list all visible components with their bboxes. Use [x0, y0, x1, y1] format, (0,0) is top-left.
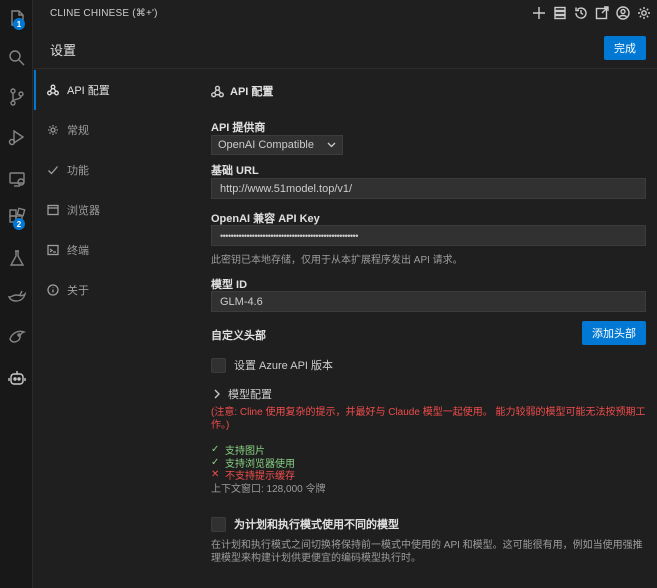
base-url-input[interactable]: http://www.51model.top/v1/: [211, 178, 646, 199]
nav-item-label: API 配置: [67, 85, 110, 97]
search-button[interactable]: [0, 42, 33, 74]
nav-item-terminal[interactable]: 终端: [34, 230, 194, 270]
check-icon: [48, 166, 58, 175]
check-icon: ✓: [211, 444, 220, 455]
remote-explorer-button[interactable]: [0, 163, 33, 195]
plan-act-toggle[interactable]: 为计划和执行模式使用不同的模型: [211, 516, 399, 532]
model-config-label: 模型配置: [228, 389, 272, 401]
section-title-text: API 配置: [230, 86, 274, 98]
api-key-note: 此密钥已本地存储，仅用于从本扩展程序发出 API 请求。: [211, 255, 463, 266]
model-config-expander[interactable]: 模型配置: [213, 386, 272, 402]
search-icon: [8, 50, 24, 66]
account-icon: [616, 6, 630, 20]
section-title: API 配置: [211, 83, 273, 99]
nav-item-label: 常规: [67, 125, 89, 137]
run-debug-button[interactable]: [0, 121, 33, 153]
panel-titlebar: CLINE CHINESE (⌘+'): [34, 0, 657, 26]
robot-icon: [7, 371, 26, 385]
new-task-button[interactable]: [530, 4, 548, 22]
azure-version-toggle[interactable]: 设置 Azure API 版本: [211, 357, 333, 373]
done-button[interactable]: 完成: [604, 36, 646, 60]
title-actions: [530, 4, 653, 22]
webhook-icon: [47, 84, 59, 96]
terminal-icon: [47, 244, 59, 256]
custom-headers-label: 自定义头部: [211, 330, 266, 342]
server-icon: [554, 6, 566, 20]
run-debug-icon: [8, 129, 24, 146]
info-icon: [47, 284, 59, 296]
account-button[interactable]: [614, 4, 632, 22]
source-control-icon: [9, 88, 24, 106]
provider-select-value: OpenAI Compatible: [218, 139, 314, 151]
panel-title: CLINE CHINESE (⌘+'): [50, 7, 158, 19]
explorer-button[interactable]: 1: [0, 2, 33, 34]
webhook-icon: [211, 85, 224, 97]
add-header-button[interactable]: 添加头部: [582, 321, 646, 345]
external-link-icon: [595, 6, 609, 20]
base-url-label: 基础 URL: [211, 165, 259, 177]
nav-item-features[interactable]: 功能: [34, 150, 194, 190]
nav-item-label: 浏览器: [67, 205, 100, 217]
flask-icon: [9, 250, 24, 266]
nav-item-label: 终端: [67, 245, 89, 257]
mcp-servers-button[interactable]: [551, 4, 569, 22]
extensions-button[interactable]: 2: [0, 201, 33, 233]
azure-label: 设置 Azure API 版本: [234, 360, 334, 372]
plus-icon: [533, 7, 545, 19]
settings-header: 设置 完成: [34, 26, 657, 69]
popout-button[interactable]: [593, 4, 611, 22]
nav-item-general[interactable]: 常规: [34, 110, 194, 150]
api-key-input[interactable]: ••••••••••••••••••••••••••••••••••••••••…: [211, 225, 646, 246]
history-button[interactable]: [572, 4, 590, 22]
settings-button[interactable]: [635, 4, 653, 22]
provider-select[interactable]: OpenAI Compatible: [211, 135, 343, 155]
context-window: 上下文窗口: 128,000 令牌: [211, 484, 326, 495]
chevron-right-icon: [214, 389, 220, 399]
source-control-button[interactable]: [0, 81, 33, 113]
chevron-down-icon: [327, 142, 336, 148]
gear-icon: [638, 7, 650, 19]
plan-act-help: 在计划和执行模式之间切换将保持前一模式中使用的 API 和模型。这可能很有用，例…: [211, 540, 643, 564]
provider-label: API 提供商: [211, 122, 266, 134]
settings-nav: API 配置 常规 功能 浏览器 终端 关于: [34, 70, 194, 310]
cline-chinese-button[interactable]: [0, 320, 33, 352]
cline-button[interactable]: [0, 362, 33, 394]
nav-item-about[interactable]: 关于: [34, 270, 194, 310]
nav-item-api-config[interactable]: API 配置: [34, 70, 194, 110]
history-icon: [575, 7, 587, 19]
remote-explorer-icon: [8, 172, 25, 187]
chinese-assistant-icon: [8, 330, 26, 343]
cross-icon: ✕: [211, 469, 220, 480]
gear-icon: [48, 125, 58, 135]
model-warning: (注意: Cline 使用复杂的提示，并最好与 Claude 模型一起使用。 能…: [211, 407, 646, 431]
whale-icon: [7, 290, 26, 302]
page-title: 设置: [50, 43, 77, 58]
nav-item-label: 关于: [67, 285, 89, 297]
docker-button[interactable]: [0, 280, 33, 312]
azure-checkbox[interactable]: [211, 357, 226, 373]
explorer-badge: 1: [13, 18, 25, 30]
nav-item-label: 功能: [67, 165, 89, 177]
activity-bar: 1 2: [0, 0, 33, 588]
nav-item-browser[interactable]: 浏览器: [34, 190, 194, 230]
model-id-input[interactable]: GLM-4.6: [211, 291, 646, 312]
api-key-label: OpenAI 兼容 API Key: [211, 213, 320, 225]
browser-icon: [47, 204, 59, 216]
plan-act-checkbox[interactable]: [211, 516, 226, 532]
testing-button[interactable]: [0, 242, 33, 274]
model-id-label: 模型 ID: [211, 279, 248, 291]
extensions-badge: 2: [13, 218, 25, 230]
plan-act-label: 为计划和执行模式使用不同的模型: [234, 519, 399, 531]
